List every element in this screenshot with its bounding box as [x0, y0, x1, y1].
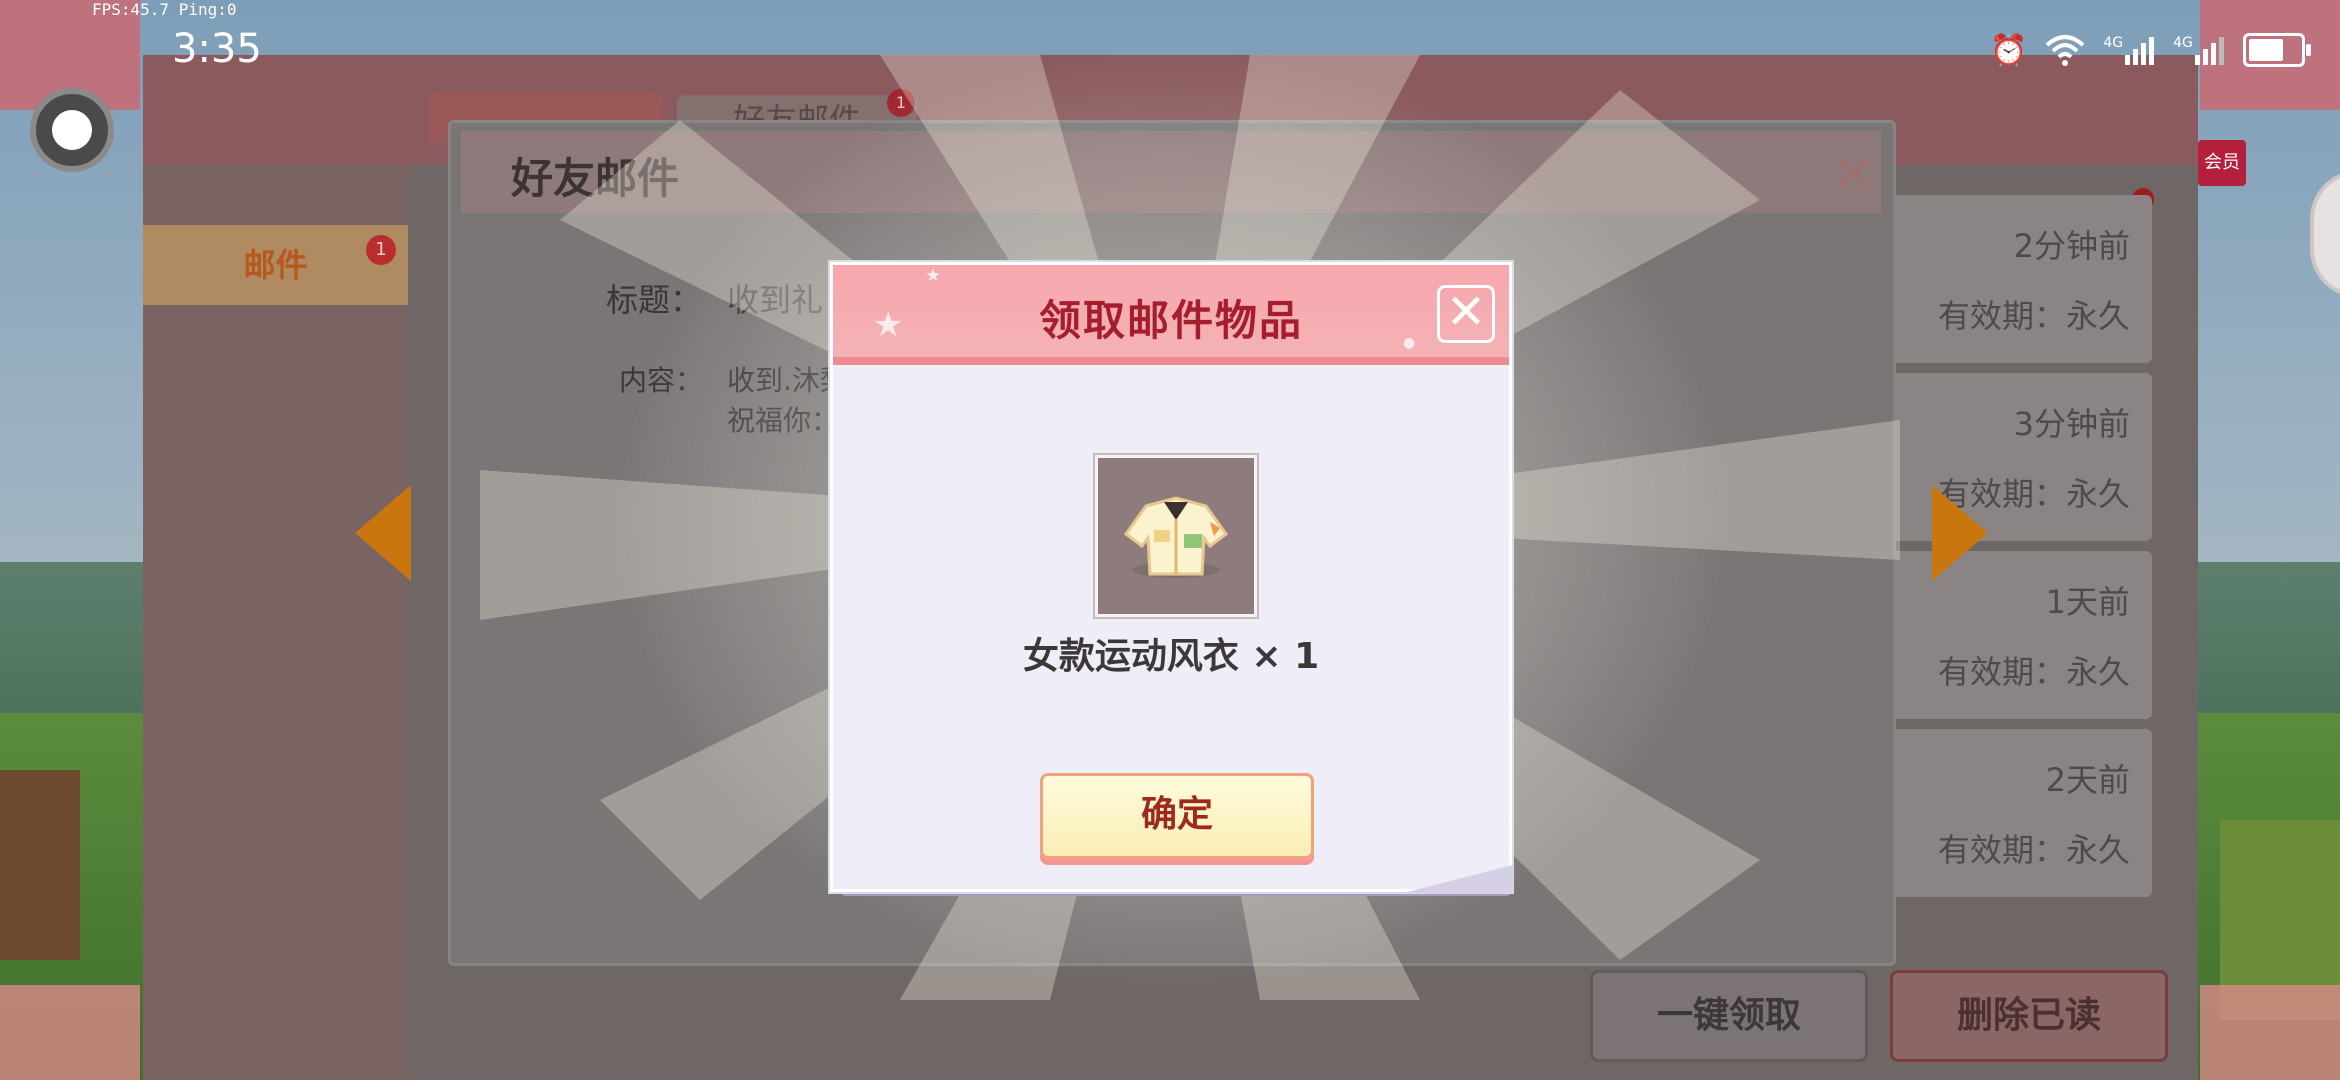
next-page-arrow-icon[interactable] [1932, 485, 1988, 581]
mail-expiry: 有效期：永久 [1937, 297, 2130, 335]
unread-badge: 1 [887, 89, 915, 117]
friend-mail-title-bar: 好友邮件 ✕ [461, 131, 1881, 213]
network-type-label: 4G [2173, 35, 2193, 51]
content-line-2: 祝福你： [727, 404, 840, 437]
subject-value: 收到礼 [727, 281, 824, 319]
status-clock: 3:35 [172, 26, 262, 72]
signal-4g-icon: 4G [2173, 35, 2225, 65]
mail-time: 2分钟前 [2013, 227, 2130, 265]
signal-4g-icon: 4G [2103, 35, 2155, 65]
page-curl-decoration [1403, 865, 1513, 893]
vip-badge[interactable]: 会员 [2198, 140, 2246, 186]
status-icons: ⏰ 4G 4G [1990, 28, 2311, 72]
mail-list-item[interactable]: 3分钟前 有效期：永久 [1890, 373, 2152, 541]
mail-sidebar: 邮件 1 [143, 165, 408, 1080]
network-type-label: 4G [2103, 35, 2124, 51]
close-icon[interactable]: ✕ [1829, 147, 1879, 203]
screen-record-button[interactable] [30, 88, 114, 172]
header-stripe [833, 357, 1509, 365]
claim-mail-items-modal: ★ ★ ● 领取邮件物品 ✕ 女款运动风衣 × 1 确定 [830, 262, 1513, 893]
delete-read-button[interactable]: 删除已读 [1890, 970, 2168, 1062]
content-label: 内容： [619, 364, 704, 397]
dirt-block [0, 770, 80, 960]
mail-expiry: 有效期：永久 [1937, 831, 2130, 869]
sidebar-tab-2[interactable] [143, 335, 408, 415]
alarm-icon: ⏰ [1990, 32, 2028, 68]
battery-icon [2242, 33, 2311, 67]
sidebar-tab-mail[interactable]: 邮件 1 [143, 225, 408, 305]
modal-title: 领取邮件物品 [1038, 296, 1303, 345]
fps-indicator: FPS:45.7 Ping:0 [92, 0, 237, 19]
unread-badge: 1 [366, 235, 396, 265]
mail-time: 3分钟前 [2013, 405, 2130, 443]
sidebar-tab-label: 邮件 [243, 246, 308, 284]
hud-bottom-left [0, 985, 140, 1080]
hud-bottom-right [2200, 985, 2340, 1080]
modal-header: ★ ★ ● 领取邮件物品 ✕ [833, 265, 1509, 361]
subject-label: 标题： [606, 281, 703, 319]
confirm-button[interactable]: 确定 [1040, 773, 1314, 859]
friend-mail-title: 好友邮件 [511, 154, 680, 203]
mail-time: 1天前 [2045, 583, 2130, 621]
mail-expiry: 有效期：永久 [1937, 653, 2130, 691]
close-icon[interactable]: ✕ [1437, 285, 1495, 343]
reward-item-name: 女款运动风衣 × 1 [1022, 636, 1320, 677]
jacket-icon [1123, 496, 1229, 578]
reward-item-slot[interactable] [1095, 455, 1257, 617]
mail-list-item[interactable]: 2分钟前 有效期：永久 [1890, 195, 2152, 363]
mail-list-item[interactable]: 1天前 有效期：永久 [1890, 551, 2152, 719]
mail-time: 2天前 [2045, 761, 2130, 799]
wifi-icon [2046, 35, 2085, 66]
mail-list-item[interactable]: 2天前 有效期：永久 [1890, 729, 2152, 897]
claim-all-button[interactable]: 一键领取 [1590, 970, 1868, 1062]
star-decoration-icon: ★ [925, 265, 942, 286]
prev-page-arrow-icon[interactable] [355, 485, 411, 581]
mail-list: 2分钟前 有效期：永久 3分钟前 有效期：永久 1天前 有效期：永久 2天前 有… [1890, 195, 2152, 907]
